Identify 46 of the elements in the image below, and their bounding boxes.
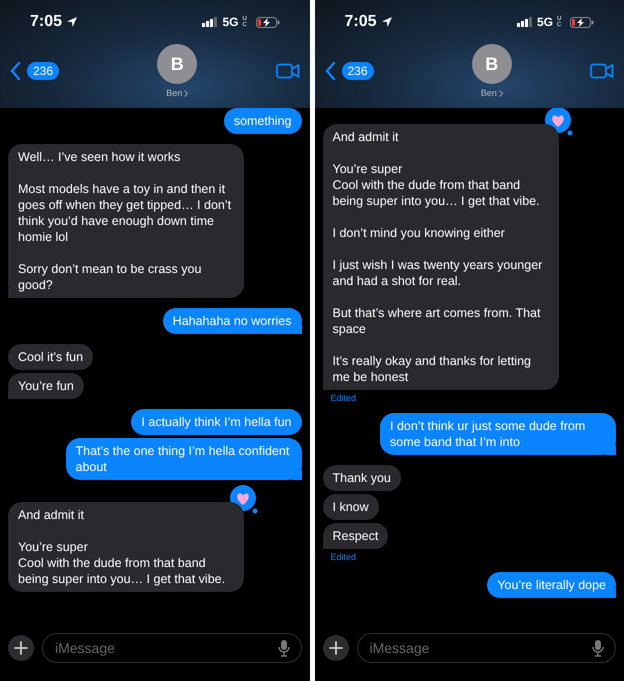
message-bubble: Well… I’ve seen how it works Most models have a toy in and then it goes off when they get tipped… I don’t think you’d have enough down time homie lol Sorry don’t mean to be crass you good? [8, 144, 244, 298]
message-bubble: That’s the one thing I’m hella confident about [66, 438, 302, 480]
back-chevron-icon[interactable] [10, 62, 21, 80]
message-input-field[interactable]: iMessage [356, 633, 616, 663]
contact-avatar[interactable]: B [472, 44, 512, 84]
microphone-icon[interactable] [278, 639, 290, 657]
back-chevron-icon[interactable] [324, 62, 336, 80]
signal-icon [516, 17, 533, 27]
message-bubble: I actually think I’m hella fun [131, 409, 302, 435]
message-bubble: Cool it’s fun [8, 344, 94, 370]
message-bubble: I don’t think ur just some dude from some band that I’m into [380, 413, 616, 455]
message-bubble: Respect [322, 523, 388, 549]
video-camera-icon[interactable] [276, 63, 300, 79]
edited-label: Edited [330, 551, 358, 562]
contact-name[interactable]: Ben [480, 88, 497, 98]
message-bubble: And admit it You’re super Cool with the dude from that band being super into you… I get that vibe. [8, 502, 244, 592]
unread-count-badge[interactable]: 236 [27, 62, 60, 80]
location-arrow-icon [66, 16, 78, 28]
battery-charging-icon [256, 16, 280, 28]
contact-avatar[interactable]: B [157, 44, 198, 84]
plus-icon [328, 641, 342, 655]
battery-charging-icon [570, 16, 594, 28]
status-time: 7:05 [344, 13, 377, 31]
message-input-field[interactable]: iMessage [42, 633, 302, 663]
signal-icon [202, 17, 218, 27]
network-label: 5G [536, 15, 553, 29]
plus-icon [14, 641, 28, 655]
message-bubble: I know [322, 494, 379, 520]
chevron-right-icon[interactable] [498, 90, 503, 96]
message-bubble: You’re literally dope [487, 572, 616, 598]
add-button[interactable] [322, 635, 348, 661]
chevron-right-icon[interactable] [184, 90, 188, 96]
microphone-icon[interactable] [592, 639, 604, 657]
edited-label: Edited [330, 392, 358, 403]
message-bubble: Thank you [322, 465, 401, 491]
network-label: 5G [222, 15, 238, 29]
message-bubble: something [224, 108, 302, 134]
add-button[interactable] [8, 635, 34, 661]
video-camera-icon[interactable] [590, 63, 614, 79]
unread-count-badge[interactable]: 236 [342, 62, 374, 80]
contact-name[interactable]: Ben [166, 88, 182, 98]
message-bubble: And admit it You’re super Cool with the dude from that band being super into you… I get that vibe. I don’t mind you knowing either I just wish I was twenty years younger and had a shot for real. But that’s where art comes from. That space It’s really okay and thanks for letting me be honest [322, 124, 558, 390]
message-bubble: Hahahaha no worries [162, 308, 302, 334]
location-arrow-icon [380, 16, 393, 28]
message-bubble: You’re fun [8, 373, 84, 399]
status-time: 7:05 [30, 13, 62, 31]
